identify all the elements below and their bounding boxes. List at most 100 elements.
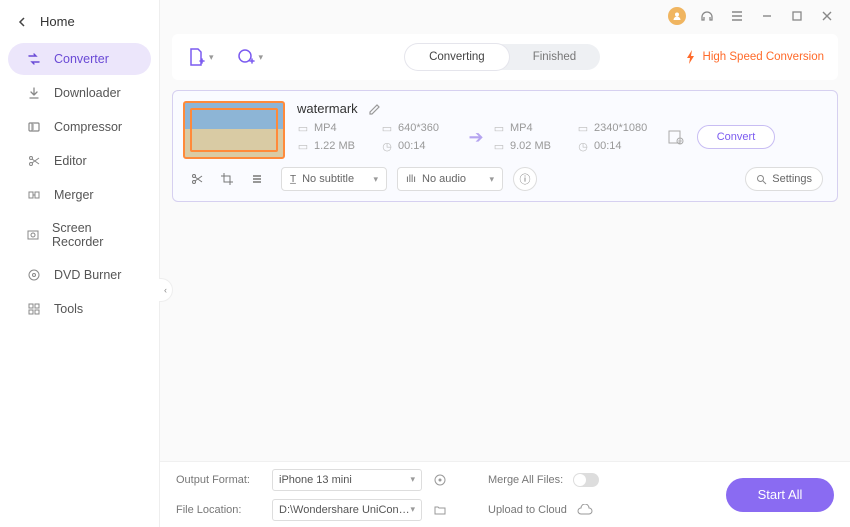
list-icon[interactable] bbox=[249, 171, 265, 187]
search-icon bbox=[756, 174, 767, 185]
bolt-icon bbox=[685, 50, 697, 64]
upload-label: Upload to Cloud bbox=[488, 504, 567, 516]
dst-duration: 00:14 bbox=[594, 140, 622, 152]
src-size: 1.22 MB bbox=[314, 140, 355, 152]
appbar bbox=[654, 0, 850, 32]
chevron-down-icon: ▾ bbox=[410, 504, 415, 515]
subtitle-icon: T̲ bbox=[290, 174, 296, 185]
arrow-right-icon: ➔ bbox=[465, 127, 487, 148]
sidebar-item-merger[interactable]: Merger bbox=[8, 179, 151, 211]
subtitle-select[interactable]: T̲ No subtitle ▾ bbox=[281, 167, 387, 191]
high-speed-conversion[interactable]: High Speed Conversion bbox=[685, 50, 824, 64]
tab-label: Finished bbox=[533, 51, 576, 63]
hsc-label: High Speed Conversion bbox=[703, 51, 824, 63]
close-icon[interactable] bbox=[818, 7, 836, 25]
maximize-icon[interactable] bbox=[788, 7, 806, 25]
collapse-sidebar-button[interactable]: ‹ bbox=[159, 278, 173, 302]
topbar: ▾ ▾ Converting Finished High Speed Conve… bbox=[172, 34, 838, 80]
disc-icon bbox=[26, 267, 42, 283]
convert-button[interactable]: Convert bbox=[697, 125, 775, 149]
sidebar-item-label: Compressor bbox=[54, 120, 122, 134]
add-file-button[interactable]: ▾ bbox=[186, 47, 214, 67]
src-duration: 00:14 bbox=[398, 140, 426, 152]
sidebar-item-downloader[interactable]: Downloader bbox=[8, 77, 151, 109]
audio-value: No audio bbox=[422, 173, 466, 185]
info-button[interactable]: ⓘ bbox=[513, 167, 537, 191]
tab-converting[interactable]: Converting bbox=[405, 44, 509, 70]
dst-format: MP4 bbox=[510, 122, 533, 134]
sidebar-item-label: Converter bbox=[54, 52, 109, 66]
open-folder-icon[interactable] bbox=[432, 502, 448, 518]
sidebar: Home Converter Downloader Compressor Edi… bbox=[0, 0, 160, 527]
cloud-icon[interactable] bbox=[577, 502, 593, 518]
start-all-label: Start All bbox=[758, 487, 803, 502]
file-plus-icon bbox=[186, 47, 206, 67]
edit-icon[interactable] bbox=[368, 102, 382, 116]
clock-icon: ◷ bbox=[577, 140, 589, 152]
sidebar-item-compressor[interactable]: Compressor bbox=[8, 111, 151, 143]
file-title: watermark bbox=[297, 101, 358, 116]
size-icon: ▭ bbox=[297, 140, 309, 152]
home-link[interactable]: Home bbox=[0, 6, 159, 37]
subtitle-value: No subtitle bbox=[302, 173, 354, 185]
menu-icon[interactable] bbox=[728, 7, 746, 25]
convert-label: Convert bbox=[717, 131, 756, 143]
add-source-button[interactable]: ▾ bbox=[236, 47, 264, 67]
clock-icon: ◷ bbox=[381, 140, 393, 152]
sidebar-item-tools[interactable]: Tools bbox=[8, 293, 151, 325]
sidebar-item-label: Screen Recorder bbox=[52, 221, 133, 249]
start-all-button[interactable]: Start All bbox=[726, 478, 834, 512]
content-area: watermark ▭ MP4 ▭ 1.22 MB ▭ 640*360 ◷ 00:14 bbox=[172, 90, 838, 461]
merge-label: Merge All Files: bbox=[488, 474, 563, 486]
file-card: watermark ▭ MP4 ▭ 1.22 MB ▭ 640*360 ◷ 00:14 bbox=[172, 90, 838, 202]
chevron-down-icon: ▾ bbox=[373, 174, 378, 185]
minimize-icon[interactable] bbox=[758, 7, 776, 25]
format-icon: ▭ bbox=[493, 122, 505, 134]
status-tabs: Converting Finished bbox=[405, 44, 600, 70]
headset-icon[interactable] bbox=[698, 7, 716, 25]
file-location-label: File Location: bbox=[176, 504, 262, 516]
sidebar-item-label: Tools bbox=[54, 302, 83, 316]
output-settings-icon[interactable] bbox=[432, 472, 448, 488]
size-icon: ▭ bbox=[493, 140, 505, 152]
file-location-select[interactable]: D:\Wondershare UniConverter 1 ▾ bbox=[272, 499, 422, 521]
video-thumbnail[interactable] bbox=[183, 101, 285, 159]
item-settings-button[interactable]: Settings bbox=[745, 167, 823, 191]
user-avatar[interactable] bbox=[668, 7, 686, 25]
sidebar-item-dvd-burner[interactable]: DVD Burner bbox=[8, 259, 151, 291]
resolution-icon: ▭ bbox=[381, 122, 393, 134]
sidebar-item-screen-recorder[interactable]: Screen Recorder bbox=[8, 213, 151, 257]
sidebar-item-label: Downloader bbox=[54, 86, 121, 100]
audio-icon: ıllı bbox=[406, 174, 416, 185]
output-settings-button[interactable] bbox=[661, 128, 691, 146]
src-resolution: 640*360 bbox=[398, 122, 439, 134]
disc-plus-icon bbox=[236, 47, 256, 67]
audio-select[interactable]: ıllı No audio ▾ bbox=[397, 167, 503, 191]
chevron-down-icon: ▾ bbox=[489, 174, 494, 185]
nav-list: Converter Downloader Compressor Editor M… bbox=[0, 43, 159, 325]
home-label: Home bbox=[40, 14, 75, 29]
sidebar-item-label: Editor bbox=[54, 154, 87, 168]
format-icon: ▭ bbox=[297, 122, 309, 134]
sidebar-item-label: DVD Burner bbox=[54, 268, 121, 282]
info-icon: ⓘ bbox=[520, 171, 531, 187]
chevron-down-icon: ▾ bbox=[259, 52, 264, 63]
compressor-icon bbox=[26, 119, 42, 135]
sidebar-item-label: Merger bbox=[54, 188, 94, 202]
grid-icon bbox=[26, 301, 42, 317]
settings-label: Settings bbox=[772, 173, 812, 185]
chevron-down-icon: ▾ bbox=[209, 52, 214, 63]
output-format-value: iPhone 13 mini bbox=[279, 474, 352, 486]
download-icon bbox=[26, 85, 42, 101]
src-format: MP4 bbox=[314, 122, 337, 134]
record-icon bbox=[26, 227, 40, 243]
crop-icon[interactable] bbox=[219, 171, 235, 187]
sidebar-item-converter[interactable]: Converter bbox=[8, 43, 151, 75]
trim-icon[interactable] bbox=[189, 171, 205, 187]
tab-finished[interactable]: Finished bbox=[509, 44, 600, 70]
sidebar-item-editor[interactable]: Editor bbox=[8, 145, 151, 177]
chevron-down-icon: ▾ bbox=[410, 474, 415, 485]
merge-toggle[interactable] bbox=[573, 473, 599, 487]
output-format-select[interactable]: iPhone 13 mini ▾ bbox=[272, 469, 422, 491]
converter-icon bbox=[26, 51, 42, 67]
